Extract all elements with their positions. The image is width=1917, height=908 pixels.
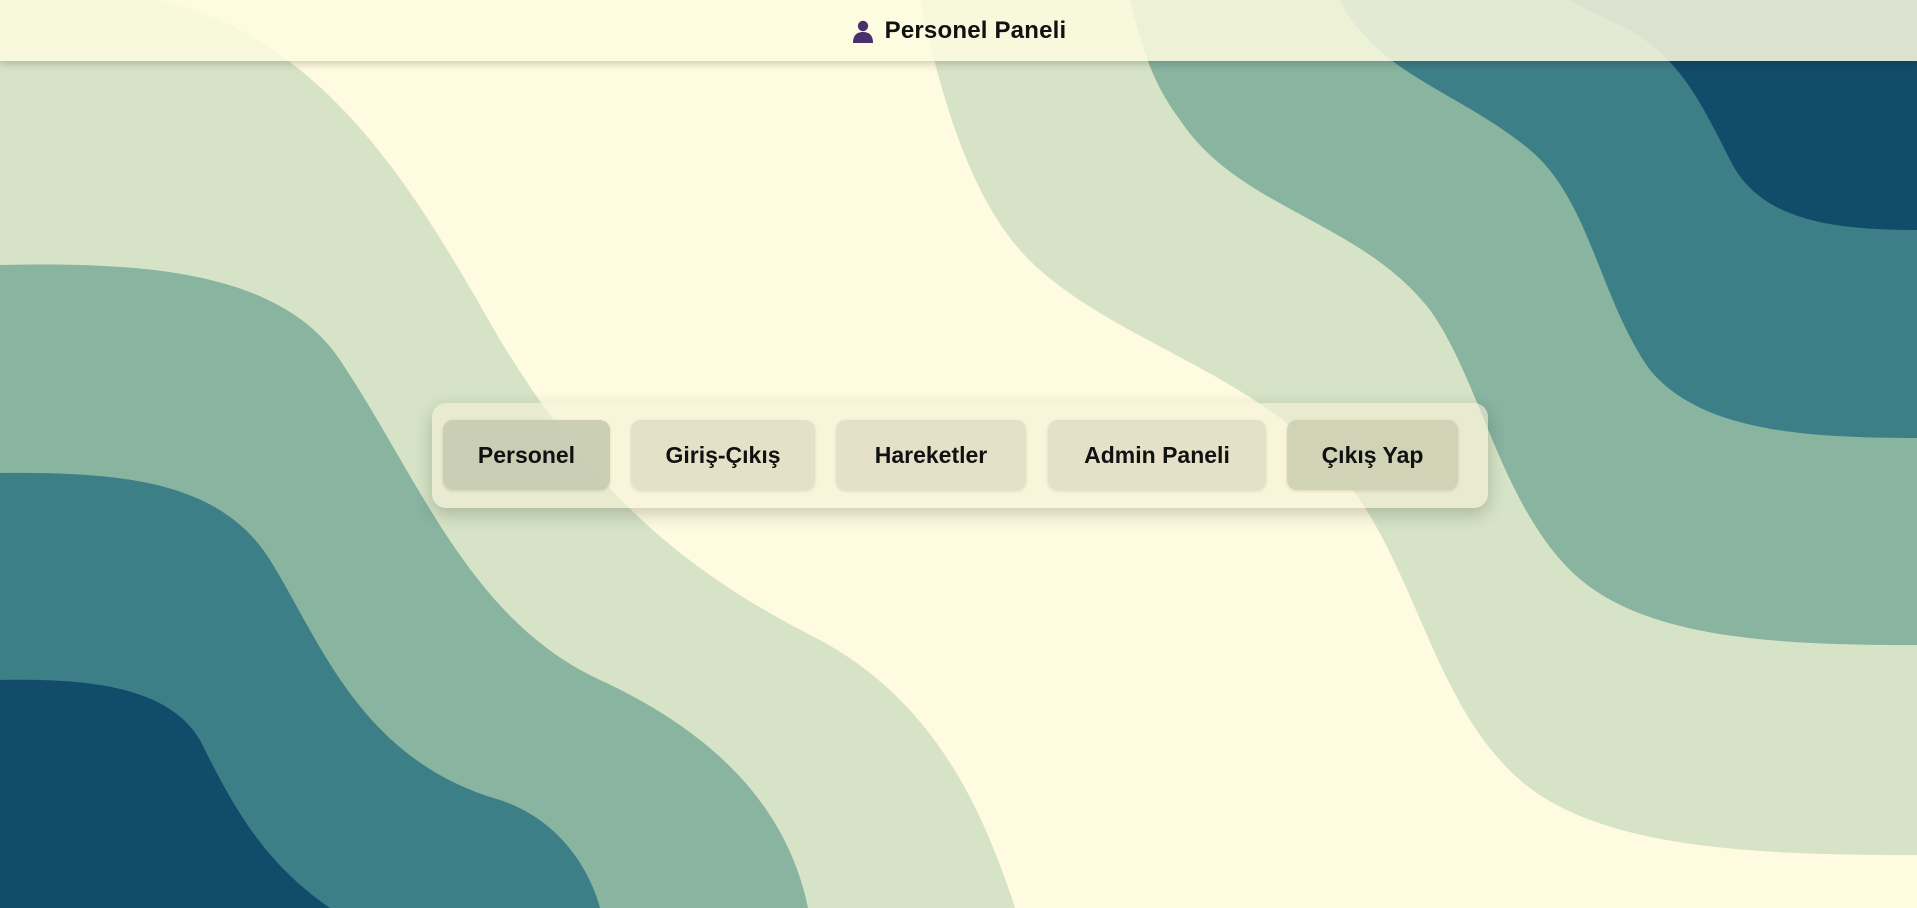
page-title: Personel Paneli [884, 16, 1067, 44]
app-page: Personel Paneli Personel Giriş-Çıkış Har… [0, 0, 1917, 908]
top-header: Personel Paneli [0, 0, 1917, 61]
nav-hareketler-button[interactable]: Hareketler [836, 420, 1026, 490]
nav-personel-button[interactable]: Personel [443, 420, 610, 490]
nav-admin-paneli-button[interactable]: Admin Paneli [1048, 420, 1266, 490]
header-brand: Personel Paneli [851, 17, 1067, 45]
logout-button[interactable]: Çıkış Yap [1287, 420, 1458, 490]
nav-giris-cikis-button[interactable]: Giriş-Çıkış [631, 420, 815, 490]
main-nav-panel: Personel Giriş-Çıkış Hareketler Admin Pa… [432, 403, 1488, 508]
user-icon [852, 20, 873, 43]
